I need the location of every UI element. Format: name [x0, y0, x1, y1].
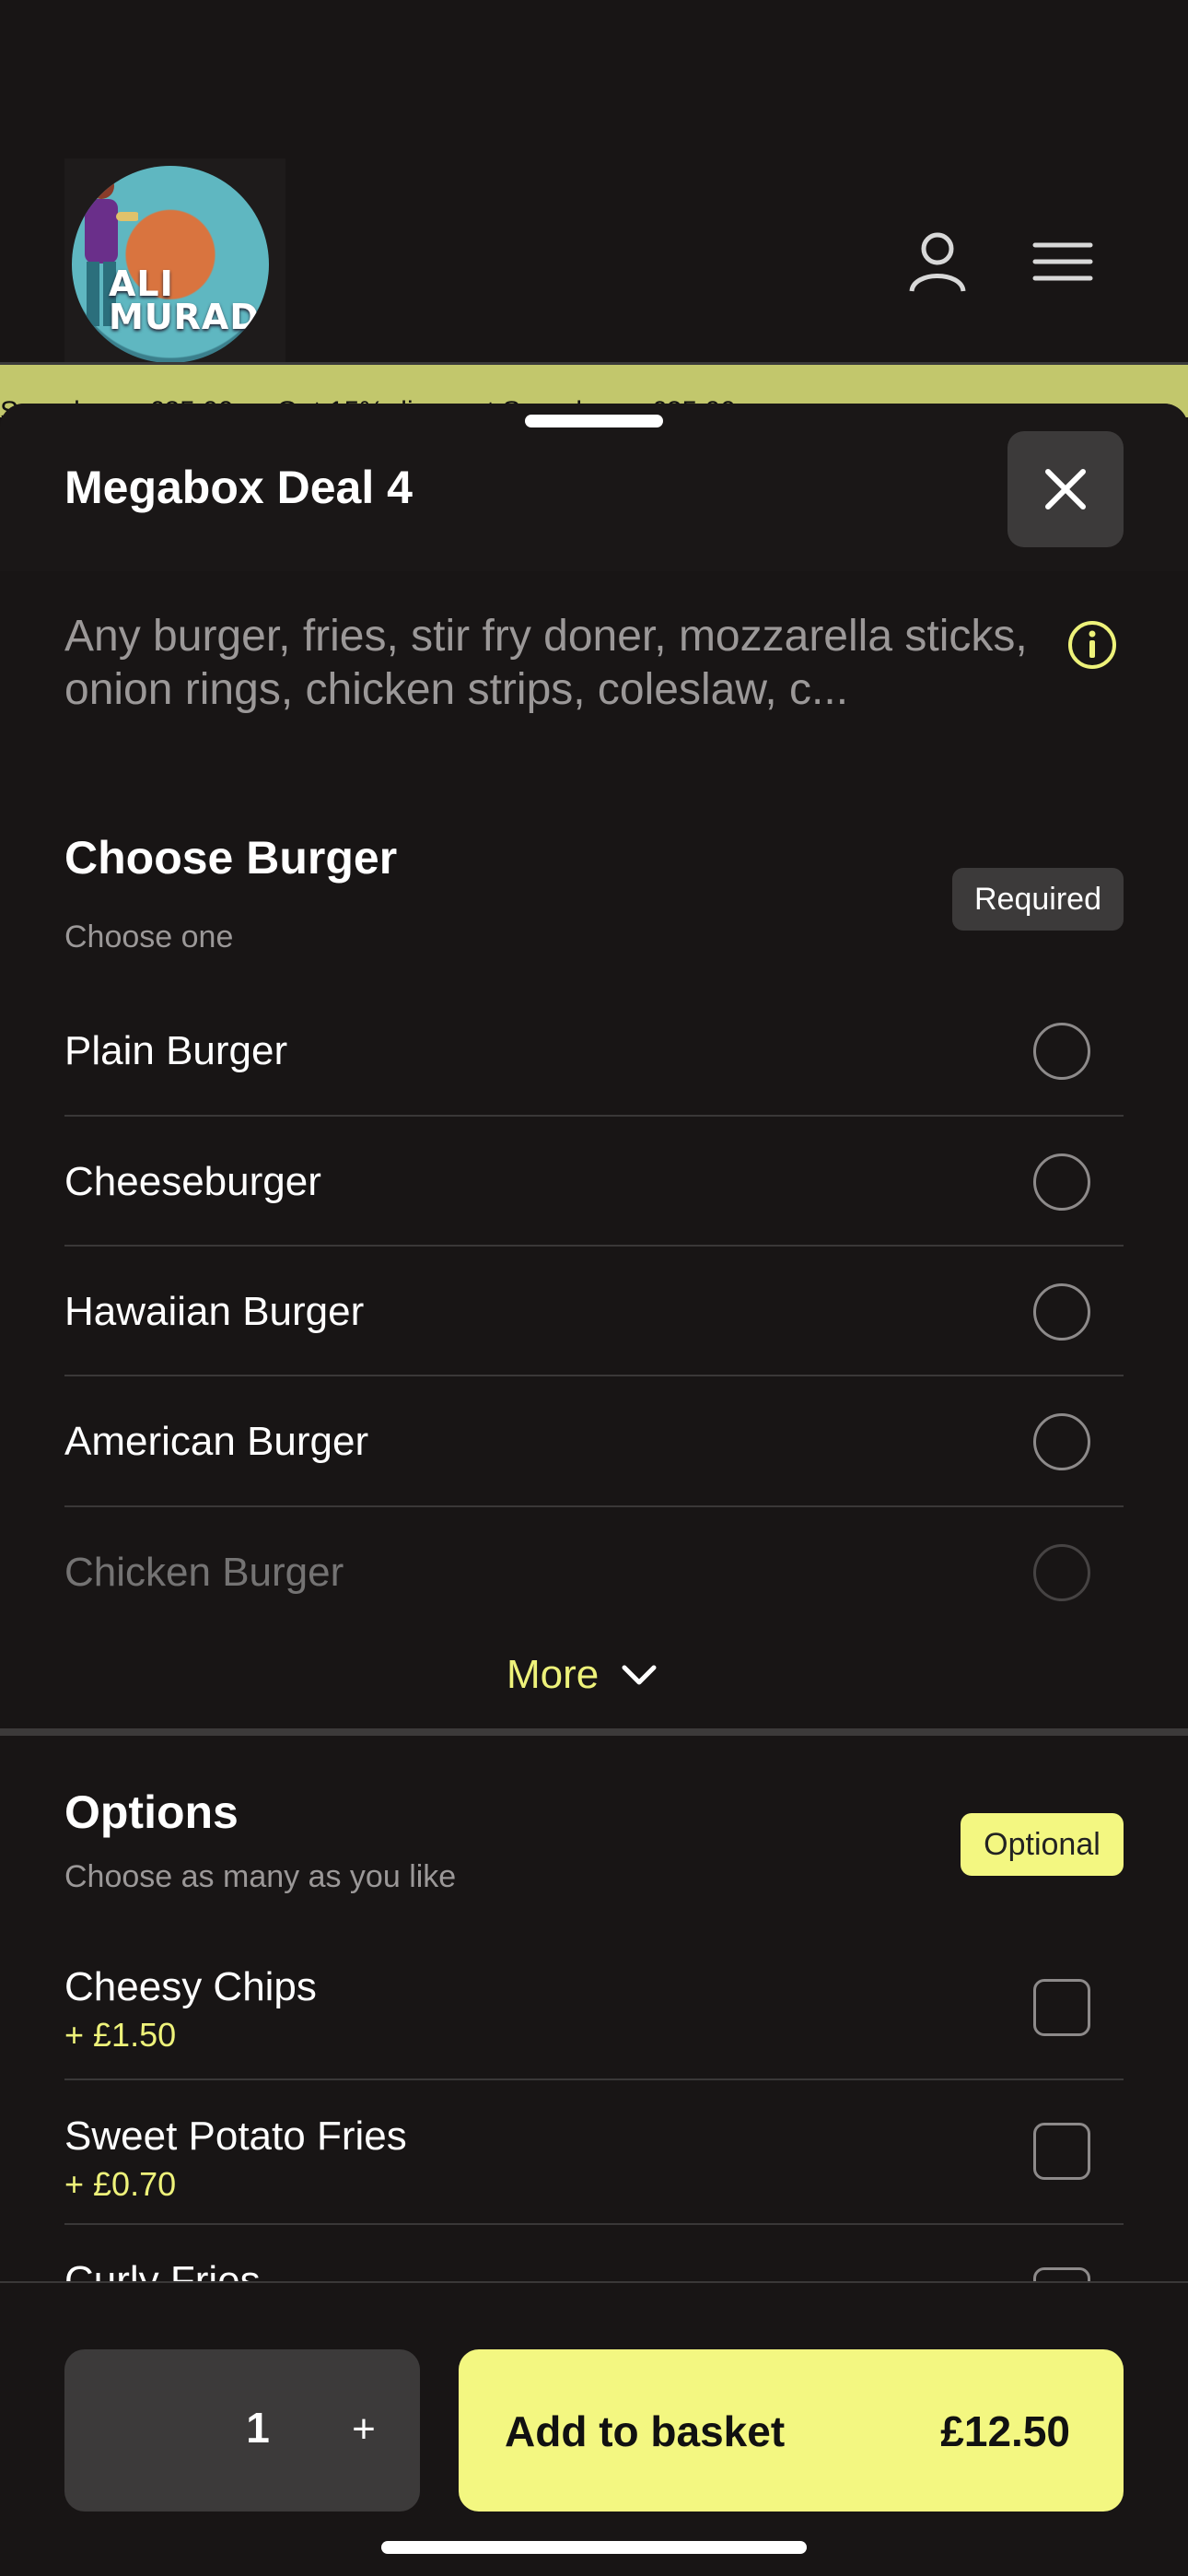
option-price: + £1.50: [64, 2016, 177, 2054]
burger-section-title: Choose Burger: [64, 832, 398, 884]
info-icon[interactable]: [1066, 619, 1118, 671]
options-section-subtitle: Choose as many as you like: [64, 1859, 457, 1894]
option-label: Sweet Potato Fries: [64, 2113, 407, 2159]
product-title: Megabox Deal 4: [64, 462, 413, 513]
burger-option-row[interactable]: American Burger: [64, 1376, 1124, 1507]
radio-button[interactable]: [1033, 1413, 1090, 1470]
close-button[interactable]: [1007, 431, 1124, 547]
optional-badge: Optional: [961, 1813, 1124, 1876]
sheet-footer: 1 + Add to basket £12.50: [0, 2281, 1188, 2576]
burger-section-subtitle: Choose one: [64, 919, 234, 954]
add-to-basket-price: £12.50: [940, 2407, 1070, 2455]
chevron-down-icon: [622, 1665, 657, 1685]
account-icon[interactable]: [904, 228, 971, 295]
add-to-basket-label: Add to basket: [505, 2407, 786, 2455]
quantity-stepper[interactable]: 1 +: [64, 2349, 420, 2512]
burger-option-label: Cheeseburger: [64, 1159, 321, 1204]
more-button[interactable]: More: [507, 1647, 658, 1703]
product-sheet: Megabox Deal 4 Any burger, fries, stir f…: [0, 404, 1188, 2576]
home-indicator: [381, 2541, 807, 2554]
burger-option-label: Chicken Burger: [64, 1550, 344, 1595]
menu-icon[interactable]: [1030, 228, 1096, 295]
logo-text-line1: ALI: [109, 263, 174, 304]
option-price: + £0.70: [64, 2165, 177, 2203]
sheet-grabber[interactable]: [525, 415, 663, 427]
option-label: Cheesy Chips: [64, 1964, 317, 2009]
radio-button[interactable]: [1033, 1153, 1090, 1211]
close-icon: [1045, 469, 1086, 509]
burger-option-row[interactable]: Chicken Burger: [64, 1507, 1124, 1609]
required-badge: Required: [952, 868, 1124, 931]
options-section-title: Options: [64, 1786, 239, 1838]
increment-button[interactable]: +: [332, 2397, 396, 2462]
add-to-basket-button[interactable]: Add to basket £12.50: [459, 2349, 1124, 2512]
logo-text: ALI MURAD: [109, 263, 260, 337]
section-divider: [0, 1728, 1188, 1736]
logo-emblem: ALI MURAD: [72, 166, 269, 363]
burger-option-row[interactable]: Cheeseburger: [64, 1117, 1124, 1247]
burger-option-label: Plain Burger: [64, 1028, 288, 1073]
radio-button[interactable]: [1033, 1283, 1090, 1341]
logo-text-line2: MURAD: [109, 297, 260, 337]
burger-option-row[interactable]: Plain Burger: [64, 986, 1124, 1117]
burger-option-row[interactable]: Hawaiian Burger: [64, 1247, 1124, 1376]
checkbox[interactable]: [1033, 1979, 1090, 2036]
checkbox[interactable]: [1033, 2123, 1090, 2180]
quantity-value: 1: [246, 2404, 270, 2452]
option-row[interactable]: Sweet Potato Fries + £0.70: [64, 2080, 1124, 2225]
product-description: Any burger, fries, stir fry doner, mozza…: [64, 612, 1028, 714]
restaurant-logo[interactable]: ALI MURAD: [64, 158, 285, 372]
burger-option-label: Hawaiian Burger: [64, 1289, 365, 1334]
burger-option-label: American Burger: [64, 1419, 369, 1464]
radio-button[interactable]: [1033, 1023, 1090, 1080]
option-row[interactable]: Cheesy Chips + £1.50: [64, 1926, 1124, 2080]
more-button-label: More: [507, 1652, 600, 1697]
page-header: ALI MURAD Spend over £25.00 — Get 15% di…: [0, 0, 1188, 417]
radio-button[interactable]: [1033, 1544, 1090, 1601]
